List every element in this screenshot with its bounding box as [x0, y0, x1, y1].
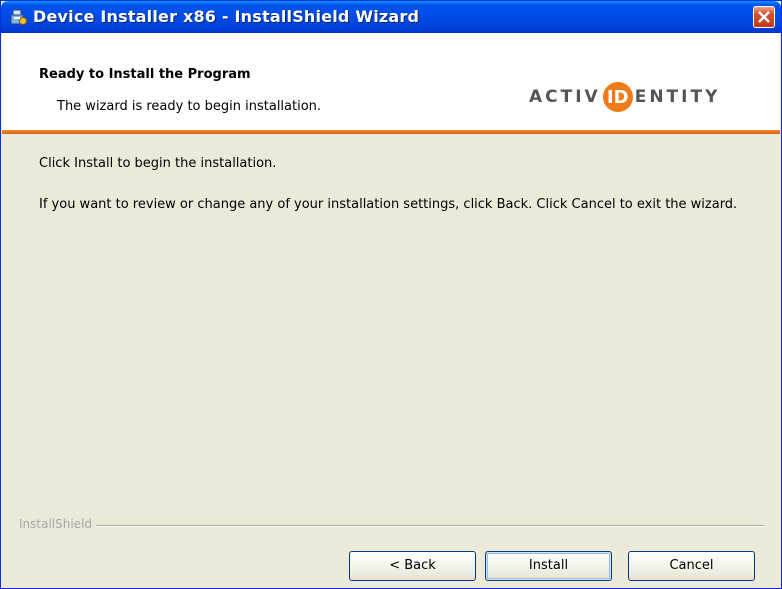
installer-window: Device Installer x86 - InstallShield Wiz…	[0, 0, 782, 589]
install-button[interactable]: Install	[485, 551, 612, 581]
installer-package-icon	[9, 8, 27, 26]
instruction-text: Click Install to begin the installation.	[39, 156, 277, 171]
window-title: Device Installer x86 - InstallShield Wiz…	[33, 7, 420, 26]
logo-text-left: ACTIV	[529, 87, 601, 107]
logo-mark: ID	[602, 82, 633, 112]
page-subtitle: The wizard is ready to begin installatio…	[57, 99, 322, 114]
back-button[interactable]: < Back	[349, 551, 476, 581]
logo-text-right: ENTITY	[634, 87, 721, 107]
title-bar[interactable]: Device Installer x86 - InstallShield Wiz…	[1, 1, 781, 33]
cancel-button[interactable]: Cancel	[628, 551, 755, 581]
page-title: Ready to Install the Program	[39, 67, 251, 82]
actividentity-logo: ACTIV ID ENTITY	[529, 82, 721, 112]
installshield-label: InstallShield	[19, 517, 97, 531]
footer-divider	[19, 525, 764, 527]
close-button[interactable]	[753, 6, 775, 28]
review-instruction-text: If you want to review or change any of y…	[39, 197, 738, 212]
header-banner-top	[2, 33, 780, 57]
header-separator	[2, 130, 780, 134]
